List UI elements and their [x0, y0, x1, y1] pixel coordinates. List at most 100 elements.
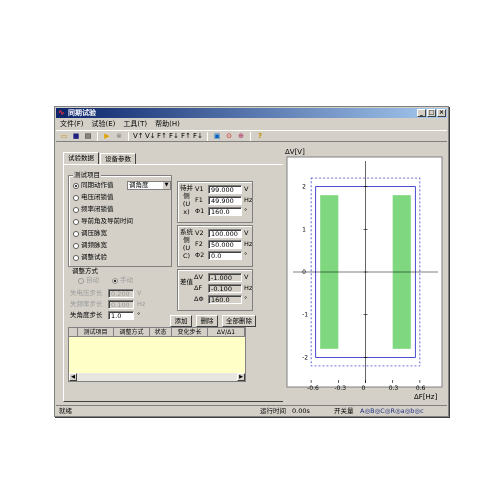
toolbar: ▭ ■ ▤ ▶ ⊗ V↑ V↓ F↑ F↓ F↑ F↓ ▣ ⊙ ⊕ ?	[56, 130, 447, 142]
window-title: 同期试验	[68, 109, 96, 117]
stop-icon[interactable]: ⊗	[114, 131, 124, 141]
col-dv: ΔV/Δ1	[208, 328, 245, 337]
title-bar: ∿ 同期试验 _ □ ×	[56, 108, 447, 118]
scroll-right-icon[interactable]: ▶	[237, 373, 245, 381]
scroll-left-icon[interactable]: ◀	[69, 373, 77, 381]
v-up-icon[interactable]: V↑	[133, 131, 144, 141]
delete-button[interactable]: 删除	[196, 315, 218, 327]
p2-field[interactable]: 0.0	[208, 251, 242, 260]
close-button[interactable]: ×	[437, 109, 446, 117]
radio-label: 调频脉宽	[81, 241, 107, 249]
delete-all-button[interactable]: 全部删除	[222, 315, 256, 327]
switch-indicators: A◎B◎C◎R◎a◎b◎c	[360, 407, 424, 415]
col-test-item: 测试项目	[78, 328, 114, 337]
radio-dot	[78, 277, 84, 284]
horizontal-scrollbar[interactable]: ◀ ▶	[69, 373, 245, 381]
radio-dot	[73, 206, 79, 213]
y-tick-label-4: -2	[302, 354, 308, 361]
p2-unit: °	[244, 251, 248, 259]
app-icon: ∿	[58, 108, 65, 117]
radio-freq-lock[interactable]: 频率闭锁值	[73, 205, 114, 214]
menu-bar: 文件(F) 试验(E) 工具(T) 帮助(H)	[56, 119, 447, 129]
table-body[interactable]	[69, 337, 245, 373]
status-bar: 就绪 运行时间 0.00s 开关量 A◎B◎C◎R◎a◎b◎c	[56, 405, 447, 415]
radio-label: 自动	[86, 276, 99, 284]
menu-help[interactable]: 帮助(H)	[155, 119, 180, 129]
x-tick-label-0: -0.6	[307, 385, 319, 392]
angle-step-unit: °	[137, 311, 141, 319]
radio-auto[interactable]: 自动	[78, 276, 99, 285]
f1-field[interactable]: 49.900	[208, 196, 242, 205]
radio-label: 导前角及导前时间	[81, 217, 133, 225]
v1-field[interactable]: 99.000	[208, 185, 242, 194]
ff-down-icon[interactable]: F↓	[193, 131, 203, 141]
angle-step-field[interactable]: 1.0	[108, 311, 134, 320]
help-icon[interactable]: ?	[255, 131, 265, 141]
test-items-legend: 测试项目	[73, 171, 101, 179]
save-icon[interactable]: ■	[71, 131, 81, 141]
v2-label: V2	[195, 229, 204, 237]
open-icon[interactable]: ▭	[59, 131, 69, 141]
tab-test-data[interactable]: 试验数据	[63, 152, 99, 164]
x-tick-label-2: 0	[362, 385, 366, 392]
f-up-icon[interactable]: F↑	[157, 131, 167, 141]
zoom-icon[interactable]: ⊕	[236, 131, 246, 141]
combo-value: 调角度	[129, 181, 149, 189]
difference-label: 差值	[180, 278, 193, 286]
radio-sync-action[interactable]: 同期动作值	[73, 181, 114, 190]
radio-dot	[112, 277, 118, 284]
sync-region-chart: 2 1 0 -1 -2 -0.6 -0.3 0 0.3 0.6 ΔV[V] ΔF[Hz]	[283, 145, 446, 403]
grid-side-label: 待并侧(Ux)	[180, 184, 193, 216]
minimize-button[interactable]: _	[417, 109, 426, 117]
voltage-step-field[interactable]: 0.200	[108, 289, 134, 298]
menu-test[interactable]: 试验(E)	[92, 119, 116, 129]
v2-field[interactable]: 100.000	[208, 229, 242, 238]
dv-label: ΔV	[194, 273, 203, 281]
radio-lead-angle[interactable]: 导前角及导前时间	[73, 217, 133, 226]
voltage-step-unit: V	[137, 289, 142, 297]
table-header: 测试项目 调整方式 状态 变化步长 ΔV/Δ1	[69, 328, 245, 337]
v2-unit: V	[244, 229, 249, 237]
dv-field: -1.000	[208, 273, 242, 282]
freq-step-field[interactable]: 0.100	[108, 300, 134, 309]
radio-dot	[73, 194, 79, 201]
adjust-target-select[interactable]: 调角度 ▼	[127, 181, 171, 190]
status-ready: 就绪	[59, 407, 72, 415]
f2-unit: Hz	[244, 240, 253, 248]
print-icon[interactable]: ▤	[83, 131, 93, 141]
radio-dot	[73, 218, 79, 225]
p1-field[interactable]: 160.0	[208, 207, 242, 216]
monitor-icon[interactable]: ▣	[212, 131, 222, 141]
y-axis-label: ΔV[V]	[285, 148, 305, 156]
df-unit: Hz	[244, 284, 253, 292]
radio-manual[interactable]: 手动	[112, 276, 133, 285]
runtime-label: 运行时间	[260, 407, 286, 415]
main-window: ∿ 同期试验 _ □ × 文件(F) 试验(E) 工具(T) 帮助(H) ▭ ■…	[54, 106, 449, 417]
radio-adjust-test[interactable]: 调整试验	[73, 253, 107, 262]
p1-unit: °	[244, 207, 248, 215]
record-icon[interactable]: ⊙	[224, 131, 234, 141]
menu-tools[interactable]: 工具(T)	[123, 119, 147, 129]
x-tick-label-1: -0.3	[334, 385, 346, 392]
radio-freq-pulse[interactable]: 调频脉宽	[73, 241, 107, 250]
runtime-value: 0.00s	[292, 407, 310, 415]
dp-label: ΔΦ	[194, 295, 204, 303]
radio-voltage-lock[interactable]: 电压闭锁值	[73, 193, 114, 202]
radio-label: 同期动作值	[81, 181, 114, 189]
x-tick-label-4: 0.6	[416, 385, 426, 392]
tab-device-params[interactable]: 设备参数	[100, 153, 136, 164]
ff-up-icon[interactable]: F↑	[181, 131, 191, 141]
df-label: ΔF	[194, 284, 203, 292]
menu-file[interactable]: 文件(F)	[60, 119, 84, 129]
radio-label: 调压脉宽	[81, 229, 107, 237]
test-items-group: 测试项目 同期动作值 调角度 ▼ 电压闭锁值 频率闭锁值 导前角及导前时间 调压脉…	[68, 171, 172, 267]
freq-step-label: 失频率步长	[70, 300, 103, 308]
f-down-icon[interactable]: F↓	[169, 131, 179, 141]
run-icon[interactable]: ▶	[102, 131, 112, 141]
radio-voltage-pulse[interactable]: 调压脉宽	[73, 229, 107, 238]
f2-field[interactable]: 50.000	[208, 240, 242, 249]
col-adjust-mode: 调整方式	[114, 328, 150, 337]
add-button[interactable]: 添加	[170, 315, 192, 327]
v-down-icon[interactable]: V↓	[145, 131, 156, 141]
maximize-button[interactable]: □	[427, 109, 436, 117]
